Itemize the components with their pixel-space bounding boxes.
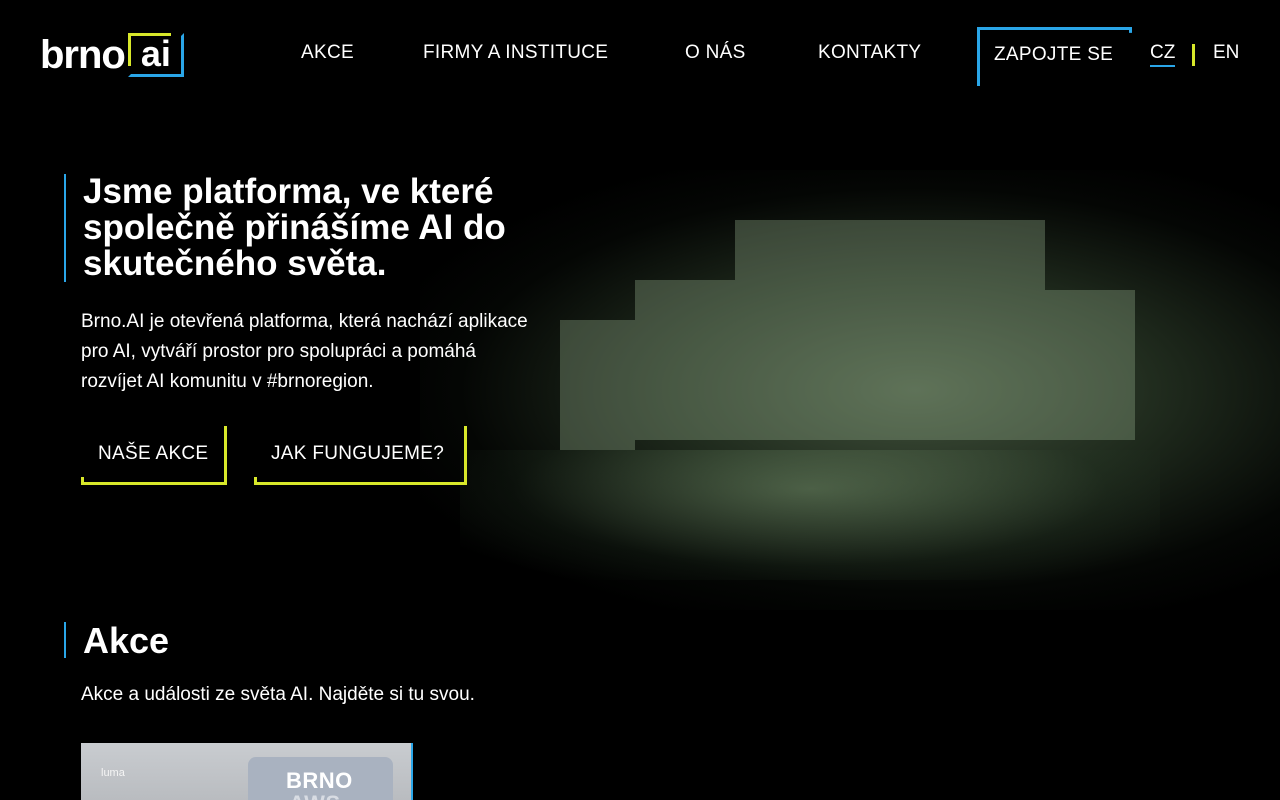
street-glow [460,450,1160,580]
join-button[interactable]: ZAPOJTE SE [977,27,1132,86]
join-button-label: ZAPOJTE SE [994,44,1114,65]
our-events-button-label: NAŠE AKCE [98,443,209,464]
event-card[interactable]: luma BRNO AWS [81,743,413,800]
event-poster-subtitle: AWS [289,791,341,800]
building-silhouette [635,280,735,440]
nav-o-nas[interactable]: O NÁS [685,42,746,64]
site-header: brno ai AKCE FIRMY A INSTITUCE O NÁS KON… [0,0,1280,110]
how-we-work-button[interactable]: JAK FUNGUJEME? [254,426,467,485]
button-border [254,482,467,485]
building-silhouette [1045,290,1135,440]
lang-separator [1192,44,1195,66]
button-border [81,477,84,485]
hero-accent-bar [64,174,66,282]
events-title: Akce [83,620,170,661]
events-accent-bar [64,622,66,658]
button-border [81,482,227,485]
nav-kontakty[interactable]: KONTAKTY [818,42,921,64]
button-border [254,477,257,485]
nav-akce[interactable]: AKCE [301,42,354,64]
button-border [224,426,227,485]
how-we-work-button-label: JAK FUNGUJEME? [271,443,445,464]
hero-description: Brno.AI je otevřená platforma, která nac… [81,311,528,392]
lang-cz[interactable]: CZ [1150,42,1176,67]
building-silhouette [735,220,1045,440]
nav-firmy-a-instituce[interactable]: FIRMY A INSTITUCE [423,42,608,64]
building-silhouette [560,320,635,450]
button-border [464,426,467,485]
lang-en[interactable]: EN [1213,42,1239,64]
our-events-button[interactable]: NAŠE AKCE [81,426,227,485]
events-subtitle: Akce a události ze světa AI. Najděte si … [81,684,475,705]
luma-logo: luma [101,767,125,779]
hero-title: Jsme platforma, ve které společně přináš… [83,172,506,283]
